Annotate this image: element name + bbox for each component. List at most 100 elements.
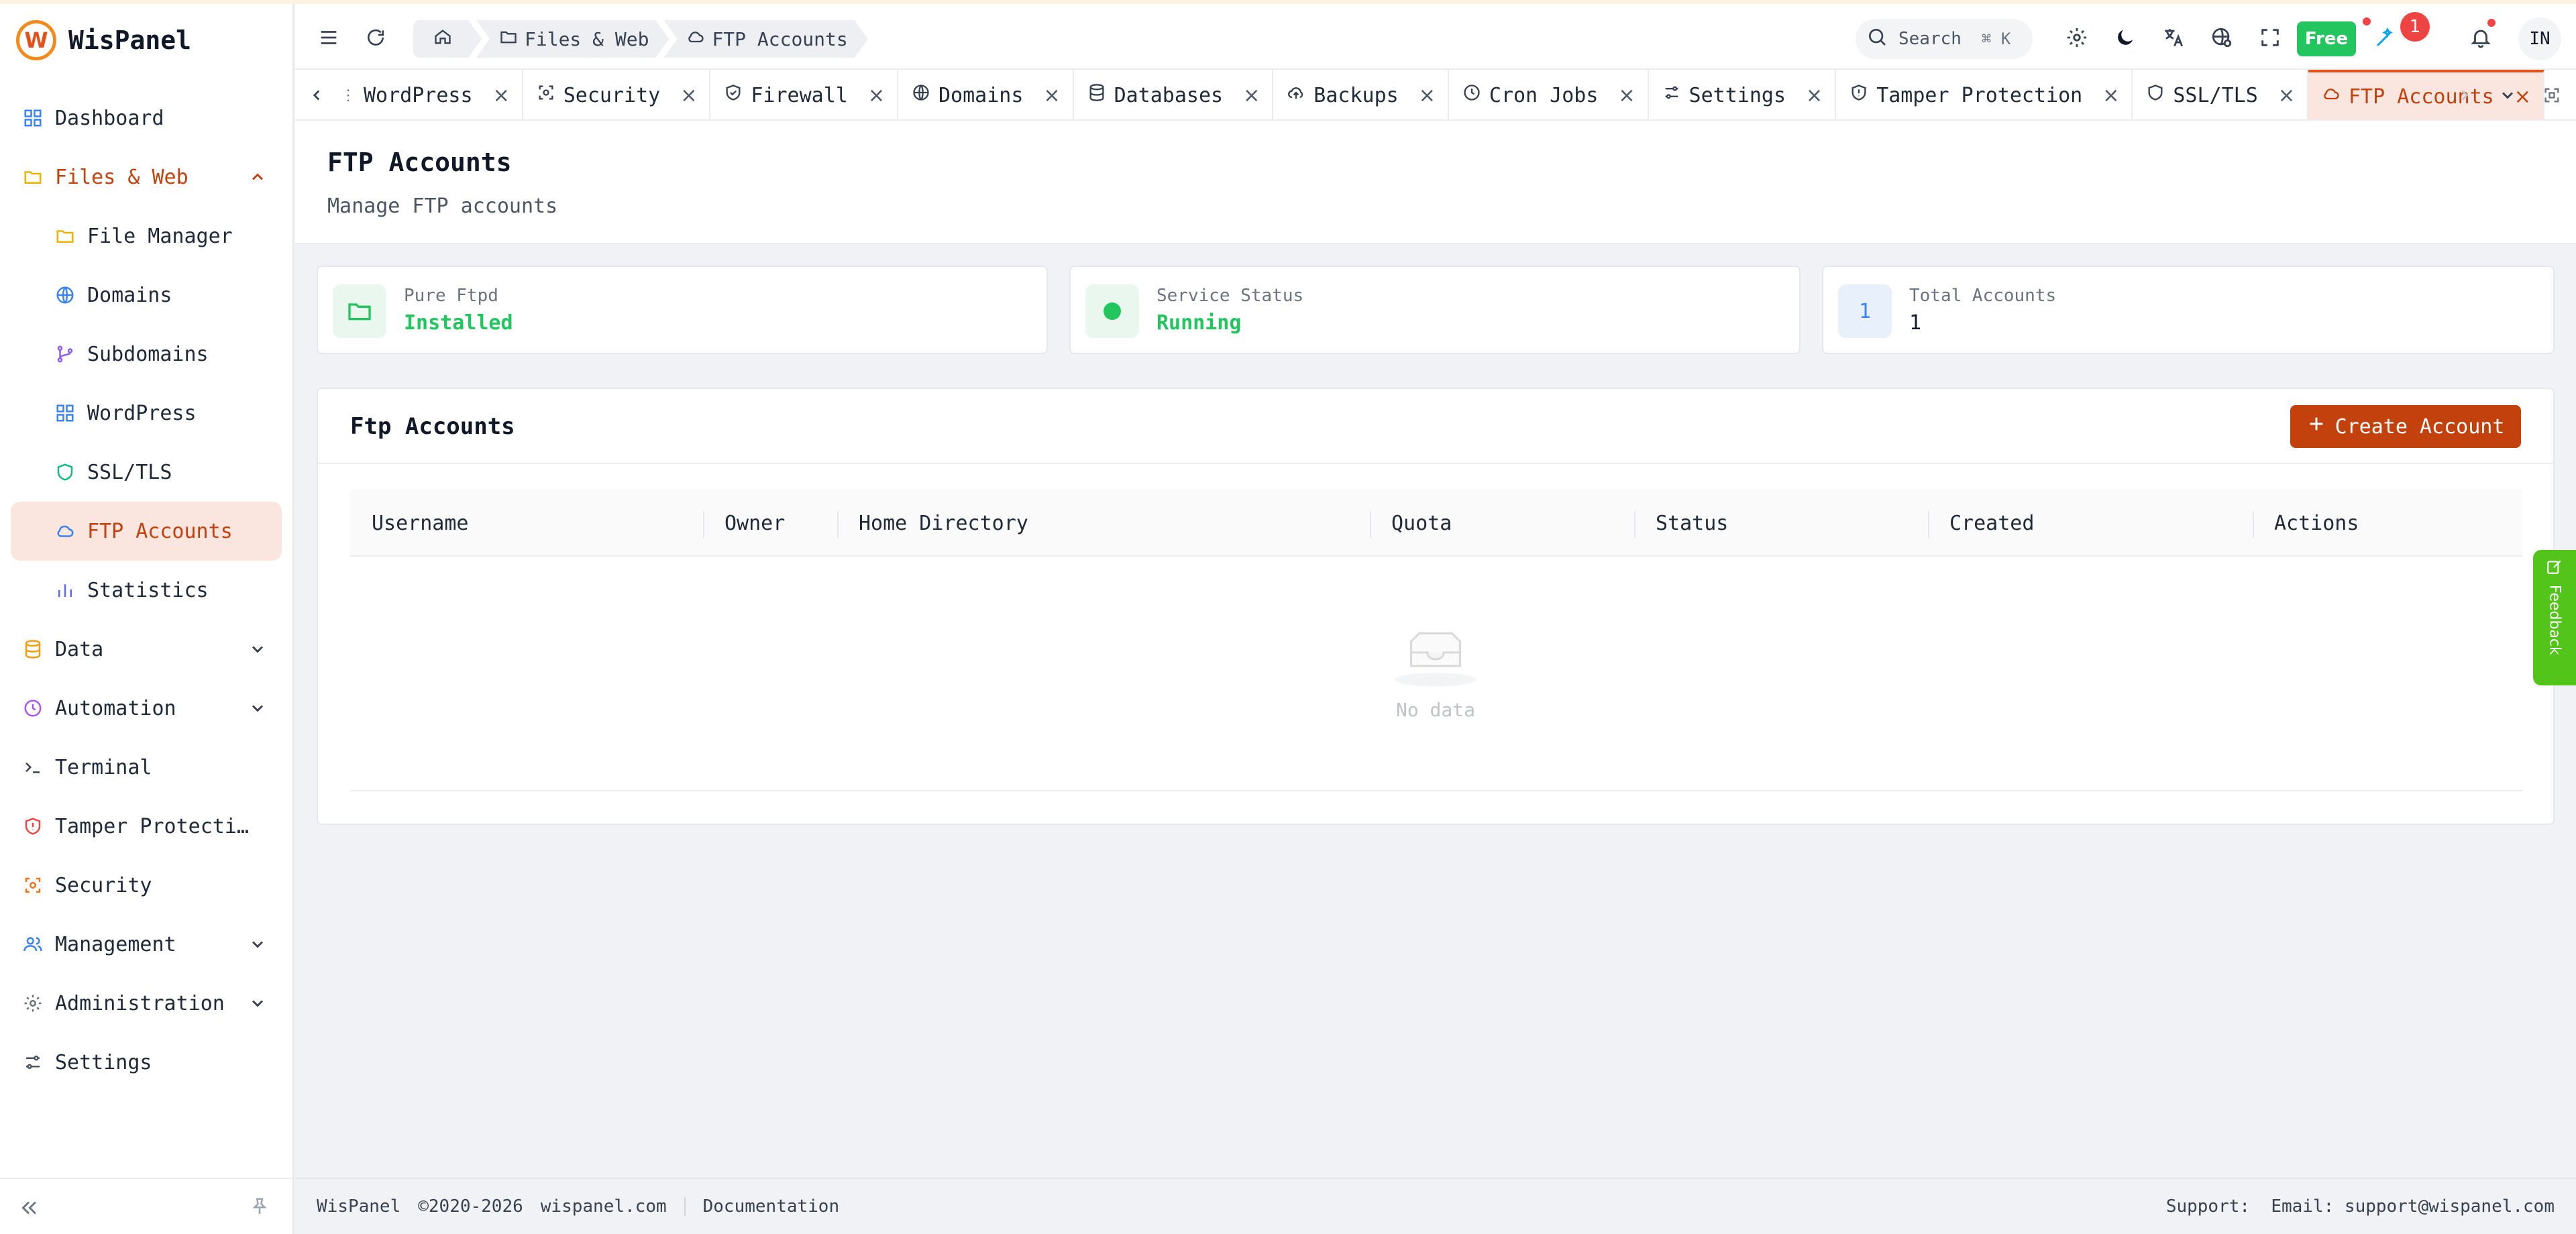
magic-wand-icon[interactable] — [2372, 24, 2399, 51]
close-icon[interactable]: × — [493, 84, 510, 107]
settings-gear-icon[interactable] — [2063, 24, 2090, 51]
close-icon[interactable]: × — [868, 84, 885, 107]
stat-label: Total Accounts — [1909, 286, 2057, 306]
tabs-scroll-right-icon[interactable] — [2453, 83, 2477, 107]
sidebar-item-administration[interactable]: Administration — [0, 974, 292, 1033]
breadcrumb-label: Files & Web — [525, 27, 649, 50]
footer-site-link[interactable]: wispanel.com — [541, 1196, 667, 1217]
feedback-button[interactable]: Feedback — [2533, 550, 2576, 685]
footer-support[interactable]: Support: Email: support@wispanel.com — [2166, 1196, 2555, 1217]
footer-documentation-link[interactable]: Documentation — [703, 1196, 840, 1217]
close-icon[interactable]: × — [1243, 84, 1260, 107]
sidebar-item-dashboard[interactable]: Dashboard — [0, 89, 292, 148]
sidebar-item-automation[interactable]: Automation — [0, 679, 292, 738]
sidebar-item-settings[interactable]: Settings — [0, 1033, 292, 1092]
tabs-menu-chevron-down-icon[interactable] — [2496, 83, 2520, 107]
language-icon[interactable] — [2160, 24, 2187, 51]
sidebar-item-domains[interactable]: Domains — [0, 266, 292, 325]
tab-ssl-tls[interactable]: SSL/TLS × — [2133, 70, 2308, 119]
notification-count-badge: 1 — [2400, 12, 2430, 42]
grid-icon — [54, 402, 76, 425]
sliders-icon — [21, 1051, 44, 1074]
column-header-status[interactable]: Status — [1634, 490, 1728, 557]
breadcrumb-home[interactable] — [413, 20, 482, 58]
stat-card-total-accounts: 1 Total Accounts 1 — [1822, 266, 2555, 354]
plus-icon — [2307, 414, 2326, 439]
sidebar-item-security[interactable]: Security — [0, 856, 292, 915]
fullscreen-icon[interactable] — [2257, 24, 2284, 51]
tabs-fullscreen-icon[interactable] — [2540, 83, 2564, 107]
close-icon[interactable]: × — [1419, 84, 1436, 107]
tab-label: Settings — [1688, 83, 1786, 107]
sidebar-item-label: Administration — [55, 991, 225, 1015]
tab-domains[interactable]: Domains × — [898, 70, 1074, 119]
stat-value: 1 — [1909, 311, 1922, 335]
search-shortcut: ⌘ K — [1981, 30, 2011, 48]
sidebar-item-subdomains[interactable]: Subdomains — [0, 325, 292, 384]
breadcrumb-files-web[interactable]: Files & Web — [476, 20, 669, 58]
chevron-down-icon — [252, 941, 264, 948]
tabs-scroll-left-icon[interactable] — [305, 83, 329, 107]
tab-cron-jobs[interactable]: Cron Jobs × — [1449, 70, 1649, 119]
close-icon[interactable]: × — [1806, 84, 1823, 107]
breadcrumb-ftp-accounts[interactable]: FTP Accounts — [663, 20, 867, 58]
refresh-icon[interactable] — [362, 24, 389, 51]
sidebar-item-ssl-tls[interactable]: SSL/TLS — [0, 443, 292, 502]
count-icon: 1 — [1838, 284, 1892, 338]
stat-value: Running — [1157, 311, 1242, 335]
footer-copyright: ©2020-2026 — [418, 1196, 523, 1217]
pin-icon[interactable] — [250, 1196, 271, 1218]
globe-settings-icon[interactable] — [2208, 24, 2235, 51]
sidebar-item-label: Security — [55, 873, 152, 897]
column-header-quota[interactable]: Quota — [1370, 490, 1452, 557]
sidebar-item-tamper-protection[interactable]: Tamper Protecti… — [0, 797, 292, 856]
tab-firewall[interactable]: Firewall × — [710, 70, 898, 119]
column-header-home-directory[interactable]: Home Directory — [837, 490, 1028, 557]
sidebar-item-wordpress[interactable]: WordPress — [0, 384, 292, 443]
tab-label: Domains — [938, 83, 1024, 107]
grid-icon: ⋮ — [341, 87, 356, 104]
column-header-created[interactable]: Created — [1928, 490, 2034, 557]
shield-icon — [2146, 83, 2165, 107]
bell-icon[interactable] — [2467, 24, 2494, 51]
tab-settings[interactable]: Settings × — [1649, 70, 1837, 119]
database-icon — [1087, 83, 1106, 107]
column-header-username[interactable]: Username — [350, 490, 469, 557]
sidebar-item-statistics[interactable]: Statistics — [0, 561, 292, 620]
tab-security[interactable]: Security × — [523, 70, 711, 119]
avatar[interactable]: IN — [2518, 17, 2561, 60]
close-icon[interactable]: × — [1043, 84, 1060, 107]
branch-icon — [54, 343, 76, 366]
plan-badge[interactable]: Free — [2297, 21, 2356, 56]
database-icon — [21, 638, 44, 661]
close-icon[interactable]: × — [2102, 84, 2119, 107]
column-header-owner[interactable]: Owner — [703, 490, 785, 557]
close-icon[interactable]: × — [1618, 84, 1635, 107]
dark-mode-icon[interactable] — [2112, 24, 2139, 51]
sidebar-item-management[interactable]: Management — [0, 915, 292, 974]
sidebar-item-terminal[interactable]: Terminal — [0, 738, 292, 797]
table-header: Username Owner Home Directory Quota Stat… — [350, 490, 2522, 557]
tab-tamper-protection[interactable]: Tamper Protection × — [1836, 70, 2133, 119]
tab-wordpress[interactable]: ⋮ WordPress × — [337, 70, 523, 119]
tab-label: Security — [563, 83, 661, 107]
tab-backups[interactable]: Backups × — [1273, 70, 1449, 119]
sidebar-item-files-web[interactable]: Files & Web — [0, 148, 292, 207]
search-button[interactable]: Search ⌘ K — [1856, 19, 2033, 59]
empty-state-text: No data — [1395, 699, 1475, 721]
menu-icon[interactable] — [315, 24, 342, 51]
close-icon[interactable]: × — [2278, 84, 2295, 107]
collapse-sidebar-icon[interactable] — [17, 1196, 42, 1221]
close-icon[interactable]: × — [680, 84, 697, 107]
tab-strip: ⋮ WordPress × Security × Firewall × Doma… — [337, 70, 2544, 119]
sidebar-item-file-manager[interactable]: File Manager — [0, 207, 292, 266]
sidebar-item-data[interactable]: Data — [0, 620, 292, 679]
sidebar-nav: Dashboard Files & Web File Manager Domai… — [0, 89, 292, 1092]
app-logo[interactable]: W WisPanel — [16, 20, 191, 60]
chevron-down-icon — [252, 705, 264, 712]
sidebar-item-ftp-accounts[interactable]: FTP Accounts — [11, 502, 282, 561]
shield-check-icon — [724, 83, 743, 107]
tab-databases[interactable]: Databases × — [1074, 70, 1274, 119]
panel-divider — [318, 463, 2553, 464]
create-account-button[interactable]: Create Account — [2290, 405, 2521, 448]
